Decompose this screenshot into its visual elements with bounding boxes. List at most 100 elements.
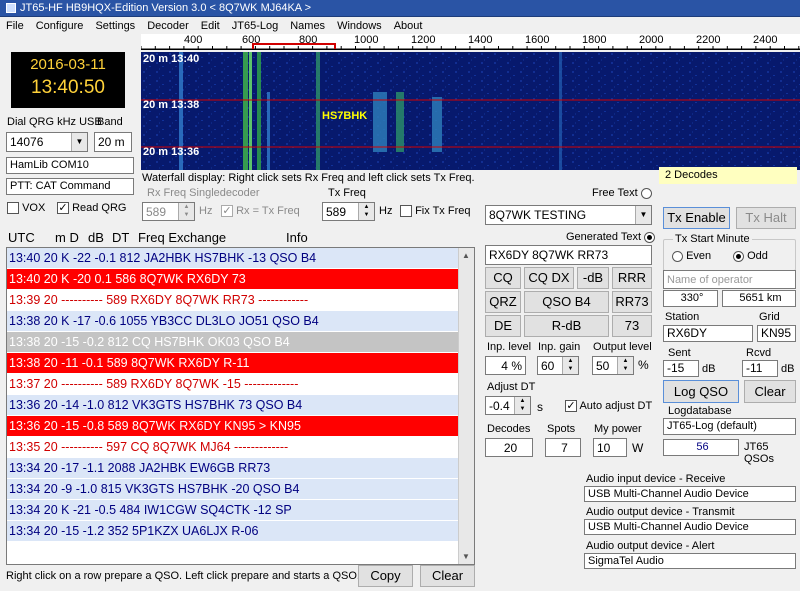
generated-text-label: Generated Text [566,231,642,243]
qso-b4-button[interactable]: QSO B4 [524,291,609,313]
free-text-select[interactable]: 8Q7WK TESTING ▼ [485,205,652,225]
table-row[interactable]: 13:39 20 ---------- 589 RX6DY 8Q7WK RR73… [7,290,459,310]
rrr-button[interactable]: RRR [612,267,652,289]
table-row[interactable]: 13:34 20 -17 -1.1 2088 JA2HBK EW6GB RR73 [7,458,459,478]
table-row[interactable]: 13:38 20 -15 -0.2 812 CQ HS7BHK OK03 QSO… [7,332,459,352]
frequency-ruler[interactable]: 400 600 800 1000 1200 1400 1600 1800 200… [141,34,800,50]
generated-text-radio[interactable]: Generated Text [566,231,656,243]
my-power-input[interactable]: 10 [593,438,627,457]
vox-checkbox[interactable]: VOX [7,202,46,215]
spinner-icon: ▲ ▼ [617,357,633,374]
table-row[interactable]: 13:36 20 -14 -1.0 812 VK3GTS HS7BHK 73 Q… [7,395,459,415]
sent-input[interactable]: -15 [663,360,699,377]
operator-name-input[interactable]: Name of operator [663,270,796,289]
menu-settings[interactable]: Settings [89,20,141,32]
output-level-input[interactable]: 50 ▲ ▼ [592,356,634,375]
tx-enable-button[interactable]: Tx Enable [663,207,730,229]
cq-dx-button[interactable]: CQ DX [524,267,574,289]
qrz-button[interactable]: QRZ [485,291,521,313]
sent-unit: dB [702,363,716,375]
logdatabase-field[interactable]: JT65-Log (default) [663,418,796,435]
table-row[interactable]: 13:38 20 -11 -0.1 589 8Q7WK RX6DY R-11 [7,353,459,373]
table-row[interactable]: 13:34 20 K -21 -0.5 484 IW1CGW SQ4CTK -1… [7,500,459,520]
adjust-dt-input[interactable]: -0.4 ▲ ▼ [485,396,531,415]
rr73-button[interactable]: RR73 [612,291,652,313]
generated-text-field[interactable]: RX6DY 8Q7WK RR73 [485,245,652,265]
fix-tx-freq-checkbox[interactable]: Fix Tx Freq [400,205,470,218]
col-utc[interactable]: UTC [8,230,35,245]
log-clear-button[interactable]: Clear [744,380,796,403]
ruler-tick-1800: 1800 [582,34,607,46]
seventy-three-button[interactable]: 73 [612,315,652,337]
table-row[interactable]: 13:35 20 ---------- 597 CQ 8Q7WK MJ64 --… [7,437,459,457]
table-row[interactable]: 13:40 20 K -22 -0.1 812 JA2HBK HS7BHK -1… [7,248,459,268]
clock-time: 13:40:50 [31,77,105,98]
decodes-label: Decodes [487,423,531,435]
decode-list-scrollbar[interactable]: ▲ ▼ [458,248,474,564]
my-power-label: My power [594,423,642,435]
even-radio[interactable]: Even [672,250,711,262]
col-dt[interactable]: DT [112,230,129,245]
waterfall-line-2: 20 m 13:38 [143,99,200,111]
band-field[interactable]: 20 m [94,132,132,152]
menu-jt65-log[interactable]: JT65-Log [226,20,284,32]
list-clear-button[interactable]: Clear [420,565,475,587]
grid-input[interactable]: KN95 [757,325,796,342]
table-row[interactable]: 13:38 20 K -17 -0.6 1055 YB3CC DL3LO JO5… [7,311,459,331]
vox-label: VOX [22,202,46,214]
col-info[interactable]: Info [286,230,308,245]
col-freq-exchange[interactable]: Freq Exchange [138,230,226,245]
chevron-down-icon[interactable]: ▼ [462,552,470,561]
table-row[interactable]: 13:40 20 K -20 0.1 586 8Q7WK RX6DY 73 [7,269,459,289]
inp-gain-input[interactable]: 60 ▲ ▼ [537,356,579,375]
checkmark-icon: ✓ [565,400,577,413]
radio-icon [640,187,652,199]
inp-level-label: Inp. level [487,341,532,353]
de-button[interactable]: DE [485,315,521,337]
col-db[interactable]: dB [88,230,104,245]
radio-selected-icon [733,250,744,262]
table-row[interactable]: 13:37 20 ---------- 589 RX6DY 8Q7WK -15 … [7,374,459,394]
r-db-button[interactable]: R-dB [524,315,609,337]
app-icon [6,3,16,14]
grid-label: Grid [759,311,780,323]
menu-about[interactable]: About [388,20,429,32]
odd-radio[interactable]: Odd [733,250,768,262]
copy-button[interactable]: Copy [358,565,413,587]
chevron-up-icon[interactable]: ▲ [462,251,470,260]
auto-adjust-dt-label: Auto adjust DT [579,400,653,412]
table-row[interactable]: 13:34 20 -15 -1.2 352 5P1KZX UA6LJX R-06 [7,521,459,541]
audio-out-select[interactable]: USB Multi-Channel Audio Device [584,519,796,535]
rx-freq-value: 589 [146,205,167,219]
menu-file[interactable]: File [0,20,30,32]
table-row[interactable]: 13:34 20 -9 -1.0 815 VK3GTS HS7BHK -20 Q… [7,479,459,499]
col-mode[interactable]: m D [55,230,79,245]
station-input[interactable]: RX6DY [663,325,753,342]
rcvd-input[interactable]: -11 [742,360,778,377]
audio-in-select[interactable]: USB Multi-Channel Audio Device [584,486,796,502]
minus-db-button[interactable]: -dB [577,267,609,289]
read-qrg-checkbox[interactable]: ✓ Read QRG [57,202,126,215]
rx-freq-input[interactable]: 589 ▲ ▼ [142,202,195,221]
decode-list[interactable]: 13:40 20 K -22 -0.1 812 JA2HBK HS7BHK -1… [6,247,475,565]
menu-windows[interactable]: Windows [331,20,388,32]
free-text-radio[interactable]: Free Text [592,187,652,199]
rx-eq-tx-checkbox[interactable]: ✓ Rx = Tx Freq [221,205,300,218]
cq-button[interactable]: CQ [485,267,521,289]
ptt-status: PTT: CAT Command [6,178,134,195]
tx-freq-input[interactable]: 589 ▲ ▼ [322,202,375,221]
tx-halt-button[interactable]: Tx Halt [736,207,796,229]
table-row[interactable]: 13:36 20 -15 -0.8 589 8Q7WK RX6DY KN95 >… [7,416,459,436]
menu-configure[interactable]: Configure [30,20,90,32]
menu-names[interactable]: Names [284,20,331,32]
log-qso-button[interactable]: Log QSO [663,380,739,403]
ruler-tick-2000: 2000 [639,34,664,46]
dial-qrg-select[interactable]: 14076 ▼ [6,132,88,152]
waterfall-callsign: HS7BHK [322,110,368,122]
menu-edit[interactable]: Edit [195,20,226,32]
menu-decoder[interactable]: Decoder [141,20,195,32]
my-power-unit: W [632,441,644,455]
waterfall-display[interactable]: 20 m 13:40 20 m 13:38 20 m 13:36 HS7BHK [141,52,800,170]
audio-alert-select[interactable]: SigmaTel Audio [584,553,796,569]
auto-adjust-dt-checkbox[interactable]: ✓ Auto adjust DT [565,400,653,413]
